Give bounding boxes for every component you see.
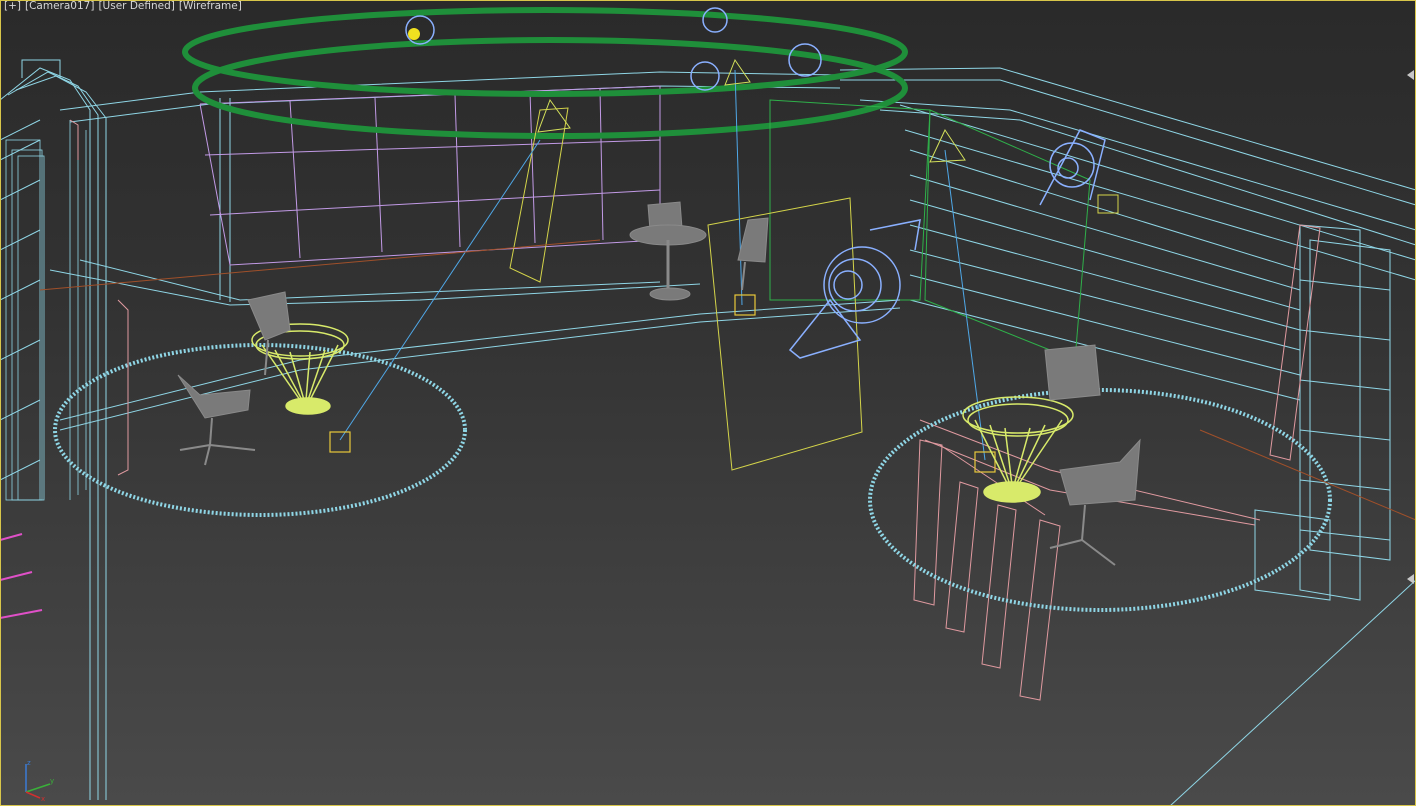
back-wall-wireframe [49, 71, 841, 306]
panel-collapse-arrow-icon[interactable] [1407, 70, 1414, 80]
viewport-camera-menu[interactable]: [Camera017] [25, 0, 94, 14]
viewport-label-menu[interactable]: [+] [Camera017] [User Defined] [Wirefram… [4, 0, 242, 14]
viewport-shading-preset-menu[interactable]: [User Defined] [98, 0, 174, 14]
left-wall-wireframe [0, 59, 107, 800]
svg-text:x: x [41, 795, 45, 802]
viewport-general-menu[interactable]: [+] [4, 0, 21, 14]
axis-tripod-gizmo: y z x [25, 759, 54, 802]
svg-text:z: z [27, 759, 31, 767]
svg-text:y: y [50, 777, 54, 785]
grid-axis-lines [39, 239, 1416, 521]
left-shelving-wireframe [5, 120, 87, 501]
right-table-legs [913, 439, 1061, 701]
left-magenta-shelves [0, 533, 43, 619]
left-pink-frame [69, 119, 129, 476]
wireframe-scene[interactable] [0, 0, 1416, 806]
panel-collapse-arrow-icon[interactable] [1407, 574, 1414, 584]
viewport-display-mode-menu[interactable]: [Wireframe] [179, 0, 242, 14]
floor-boundary [59, 299, 1416, 806]
round-table-right [962, 396, 1074, 503]
camera-viewport[interactable]: [+] [Camera017] [User Defined] [Wirefram… [0, 0, 1416, 806]
light-target-lines [339, 69, 986, 461]
back-window-grid [199, 85, 661, 266]
office-chairs [177, 201, 1141, 566]
